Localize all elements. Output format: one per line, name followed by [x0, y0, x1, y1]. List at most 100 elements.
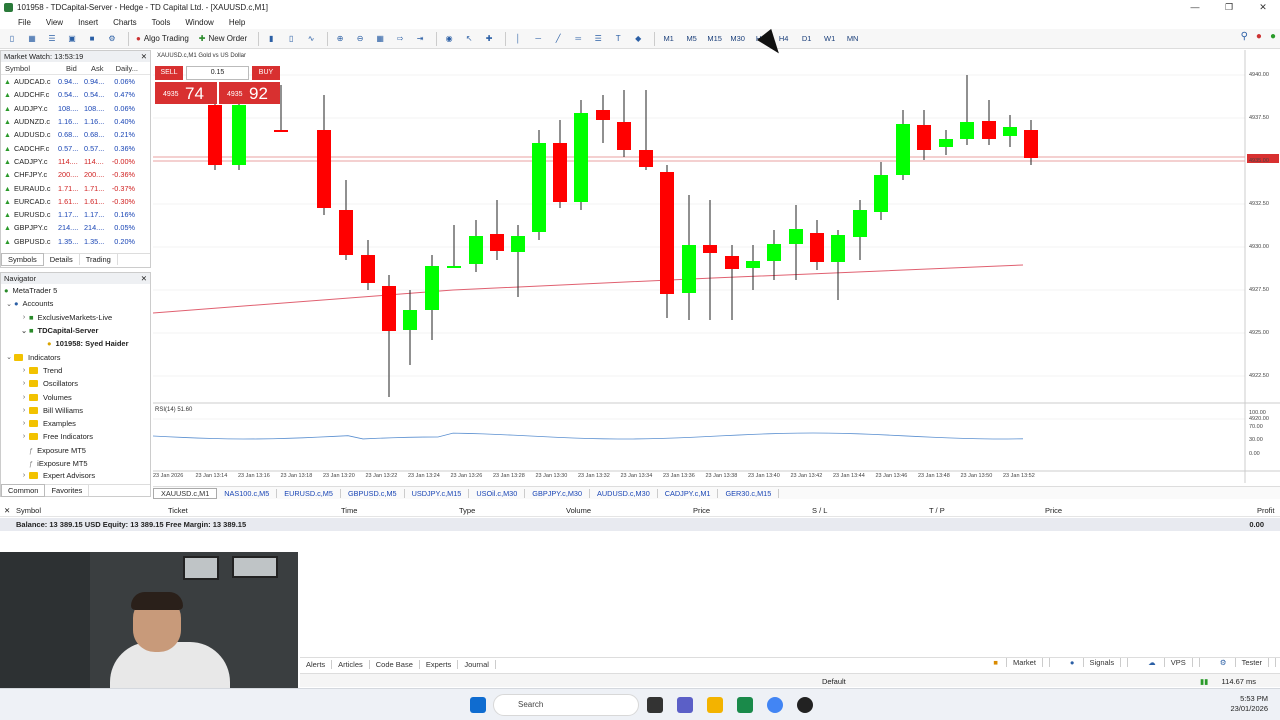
timeframe-w1[interactable]: W1 [820, 31, 839, 47]
tab-experts[interactable]: Experts [420, 659, 459, 669]
lot-size-input[interactable]: 0.15 [186, 66, 249, 80]
market-watch-row[interactable]: ▲ EURAUD.c 1.71... 1.71... -0.37% [1, 181, 150, 194]
task-view-icon[interactable] [647, 697, 663, 713]
market-watch-row[interactable]: ▲ CADCHF.c 0.57... 0.57... 0.36% [1, 141, 150, 154]
close-icon[interactable]: ✕ [4, 506, 10, 515]
tab-favorites[interactable]: Favorites [45, 485, 90, 496]
chart-tab[interactable]: CADJPY.c,M1 [658, 488, 719, 498]
chart-tab[interactable]: NAS100.c,M5 [217, 488, 278, 498]
nav-volumes[interactable]: › Volumes [1, 390, 150, 403]
market-watch-row[interactable]: ▲ GBPUSD.c 1.35... 1.35... 0.20% [1, 235, 150, 248]
market-watch-row[interactable]: ▲ EURCAD.c 1.61... 1.61... -0.30% [1, 195, 150, 208]
market-watch-row[interactable]: ▲ CHFJPY.c 200.... 200.... -0.36% [1, 168, 150, 181]
nav-account-exclusive[interactable]: › ■ ExclusiveMarkets-Live [1, 311, 150, 324]
tab-symbols[interactable]: Symbols [1, 253, 44, 266]
timeframe-mn[interactable]: MN [843, 31, 862, 47]
timeframe-d1[interactable]: D1 [797, 31, 816, 47]
menu-insert[interactable]: Insert [78, 18, 98, 27]
algo-trading-button[interactable]: ● Algo Trading [133, 31, 192, 47]
start-icon[interactable] [470, 697, 486, 713]
chart-tab[interactable]: XAUUSD.c,M1 [153, 487, 218, 499]
tab-signals[interactable]: ● Signals [1058, 658, 1129, 667]
shapes-icon[interactable]: ◆ [630, 31, 646, 47]
market-watch-row[interactable]: ▲ AUDCAD.c 0.94... 0.94... 0.06% [1, 75, 150, 88]
nav-account-tdcapital[interactable]: ⌄ ■ TDCapital-Server [1, 324, 150, 337]
col-time[interactable]: Time [341, 506, 357, 515]
text-icon[interactable]: T [610, 31, 626, 47]
chart-tab[interactable]: GBPJPY.c,M30 [525, 488, 591, 498]
nav-metatrader[interactable]: ● MetaTrader 5 [1, 284, 150, 297]
close-icon[interactable]: ✕ [1246, 0, 1280, 15]
close-icon[interactable]: ✕ [141, 273, 147, 284]
tab-articles[interactable]: Articles [332, 659, 370, 669]
market-watch-row[interactable]: ▲ AUDJPY.c 108.... 108.... 0.06% [1, 102, 150, 115]
tab-journal[interactable]: Journal [458, 659, 496, 669]
minimize-icon[interactable]: — [1178, 0, 1212, 15]
chart-tab[interactable]: USOil.c,M30 [469, 488, 526, 498]
nav-indicators[interactable]: ⌄ Indicators [1, 350, 150, 363]
market-watch-row[interactable]: ▲ AUDNZD.c 1.16... 1.16... 0.40% [1, 115, 150, 128]
nav-account-user[interactable]: ● 101958: Syed Haider [1, 337, 150, 350]
ask-price[interactable]: 4935 92 [219, 82, 280, 104]
col-daily[interactable]: Daily... [113, 64, 141, 73]
bar-chart-icon[interactable]: ▮ [263, 31, 279, 47]
close-icon[interactable]: ✕ [141, 51, 147, 62]
timeframe-m15[interactable]: M15 [705, 31, 724, 47]
nav-expert-advisors[interactable]: › Expert Advisors [1, 470, 150, 481]
tab-vps[interactable]: ☁ VPS [1136, 658, 1200, 667]
bid-price[interactable]: 4935 74 [155, 82, 217, 104]
timeframe-m30[interactable]: M30 [728, 31, 747, 47]
col-price-current[interactable]: Price [1045, 506, 1062, 515]
nav-accounts[interactable]: ⌄ ● Accounts [1, 297, 150, 310]
chart-tab[interactable]: GER30.c,M15 [718, 488, 780, 498]
trendline-icon[interactable]: ╱ [550, 31, 566, 47]
menu-tools[interactable]: Tools [152, 18, 171, 27]
zoom-out-icon[interactable]: ⊖ [352, 31, 368, 47]
col-symbol[interactable]: Symbol [16, 506, 41, 515]
tab-common[interactable]: Common [1, 484, 46, 497]
nav-oscillators[interactable]: › Oscillators [1, 377, 150, 390]
tab-market[interactable]: ■ Market [981, 658, 1050, 667]
notifications-icon[interactable]: ● [1256, 31, 1262, 42]
col-ask[interactable]: Ask [91, 64, 113, 73]
col-symbol[interactable]: Symbol [1, 64, 58, 73]
chart-tab[interactable]: AUDUSD.c,M30 [590, 488, 658, 498]
menu-view[interactable]: View [46, 18, 63, 27]
menu-window[interactable]: Window [185, 18, 213, 27]
menu-charts[interactable]: Charts [113, 18, 137, 27]
chrome-icon[interactable] [767, 697, 783, 713]
autoscroll-icon[interactable]: ⇨ [392, 31, 408, 47]
col-tp[interactable]: T / P [929, 506, 945, 515]
vertical-line-icon[interactable]: │ [510, 31, 526, 47]
account-icon[interactable]: ● [1270, 31, 1276, 42]
zoom-in-icon[interactable]: ⊕ [332, 31, 348, 47]
app-icon[interactable] [797, 697, 813, 713]
chart-tab[interactable]: EURUSD.c,M5 [277, 488, 341, 498]
restore-icon[interactable]: ❐ [1212, 0, 1246, 15]
chart-tab[interactable]: USDJPY.c,M15 [405, 488, 470, 498]
menu-help[interactable]: Help [229, 18, 245, 27]
metatrader-icon[interactable] [737, 697, 753, 713]
timeframe-m1[interactable]: M1 [659, 31, 678, 47]
tab-trading[interactable]: Trading [80, 254, 118, 265]
file-explorer-icon[interactable] [707, 697, 723, 713]
timeframe-m5[interactable]: M5 [682, 31, 701, 47]
market-watch-row[interactable]: ▲ AUDCHF.c 0.54... 0.54... 0.47% [1, 88, 150, 101]
horizontal-line-icon[interactable]: ─ [530, 31, 546, 47]
nav-trend[interactable]: › Trend [1, 364, 150, 377]
clock[interactable]: 5:53 PM 23/01/2026 [1230, 694, 1268, 714]
tab-code-base[interactable]: Code Base [370, 659, 420, 669]
line-chart-icon[interactable]: ∿ [303, 31, 319, 47]
market-watch-row[interactable]: ▲ GBPJPY.c 214.... 214.... 0.05% [1, 221, 150, 234]
chat-icon[interactable] [677, 697, 693, 713]
col-sl[interactable]: S / L [812, 506, 827, 515]
grid-icon[interactable]: ▦ [372, 31, 388, 47]
new-chart-icon[interactable]: ▯ [4, 31, 20, 47]
nav-free-indicators[interactable]: › Free Indicators [1, 430, 150, 443]
new-order-button[interactable]: ✚ New Order [196, 31, 250, 47]
col-bid[interactable]: Bid [58, 64, 91, 73]
channel-icon[interactable]: ═ [570, 31, 586, 47]
market-watch-icon[interactable]: ☰ [44, 31, 60, 47]
market-watch-row[interactable]: ▲ EURUSD.c 1.17... 1.17... 0.16% [1, 208, 150, 221]
menu-file[interactable]: File [18, 18, 31, 27]
